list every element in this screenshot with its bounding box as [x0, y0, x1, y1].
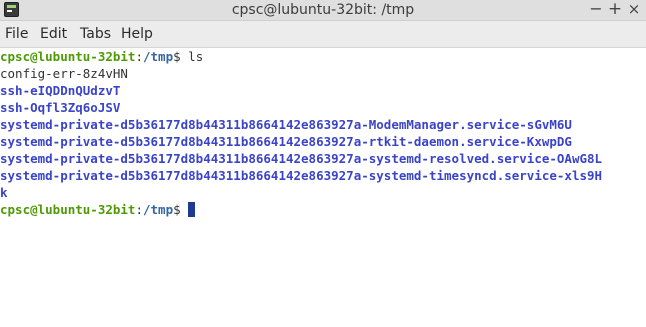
prompt-line-current: cpsc@lubuntu-32bit:/tmp$	[0, 201, 196, 218]
list-item-dir: systemd-private-d5b36177d8b44311b8664142…	[0, 117, 572, 132]
prompt-separator: :	[135, 49, 143, 64]
text-cursor	[188, 202, 196, 217]
prompt-end: $	[173, 49, 189, 64]
menu-help[interactable]: Help	[121, 21, 153, 47]
menu-edit[interactable]: Edit	[40, 21, 67, 47]
prompt-path: /tmp	[143, 49, 174, 64]
terminal-window: cpsc@lubuntu-32bit: /tmp − + × File Edit…	[0, 0, 646, 327]
list-item-dir-wrap: k	[0, 185, 8, 200]
prompt-user: cpsc@lubuntu-32bit	[0, 202, 136, 217]
terminal-output[interactable]: cpsc@lubuntu-32bit:/tmp$ ls config-err-8…	[0, 48, 646, 327]
maximize-icon[interactable]: +	[605, 0, 625, 20]
list-item-dir: systemd-private-d5b36177d8b44311b8664142…	[0, 151, 603, 166]
list-item-dir: ssh-eIQDDnQUdzvT	[0, 83, 121, 98]
menu-bar: File Edit Tabs Help	[0, 21, 646, 48]
menu-tabs[interactable]: Tabs	[80, 21, 111, 47]
window-title: cpsc@lubuntu-32bit: /tmp	[231, 2, 415, 18]
list-item-file: config-err-8z4vHN	[0, 66, 128, 81]
minimize-icon[interactable]: −	[586, 0, 606, 20]
title-bar[interactable]: cpsc@lubuntu-32bit: /tmp − + ×	[0, 0, 646, 21]
prompt-user: cpsc@lubuntu-32bit	[0, 49, 136, 64]
prompt-separator: :	[135, 202, 143, 217]
menu-file[interactable]: File	[5, 21, 28, 47]
list-item-dir: ssh-Oqfl3Zq6oJSV	[0, 100, 121, 115]
close-icon[interactable]: ×	[624, 0, 644, 20]
list-item-dir: systemd-private-d5b36177d8b44311b8664142…	[0, 134, 572, 149]
command-text: ls	[188, 49, 204, 64]
prompt-end: $	[173, 202, 189, 217]
list-item-dir: systemd-private-d5b36177d8b44311b8664142…	[0, 168, 603, 183]
prompt-line-ls: cpsc@lubuntu-32bit:/tmp$ ls	[0, 48, 203, 65]
prompt-path: /tmp	[143, 202, 174, 217]
